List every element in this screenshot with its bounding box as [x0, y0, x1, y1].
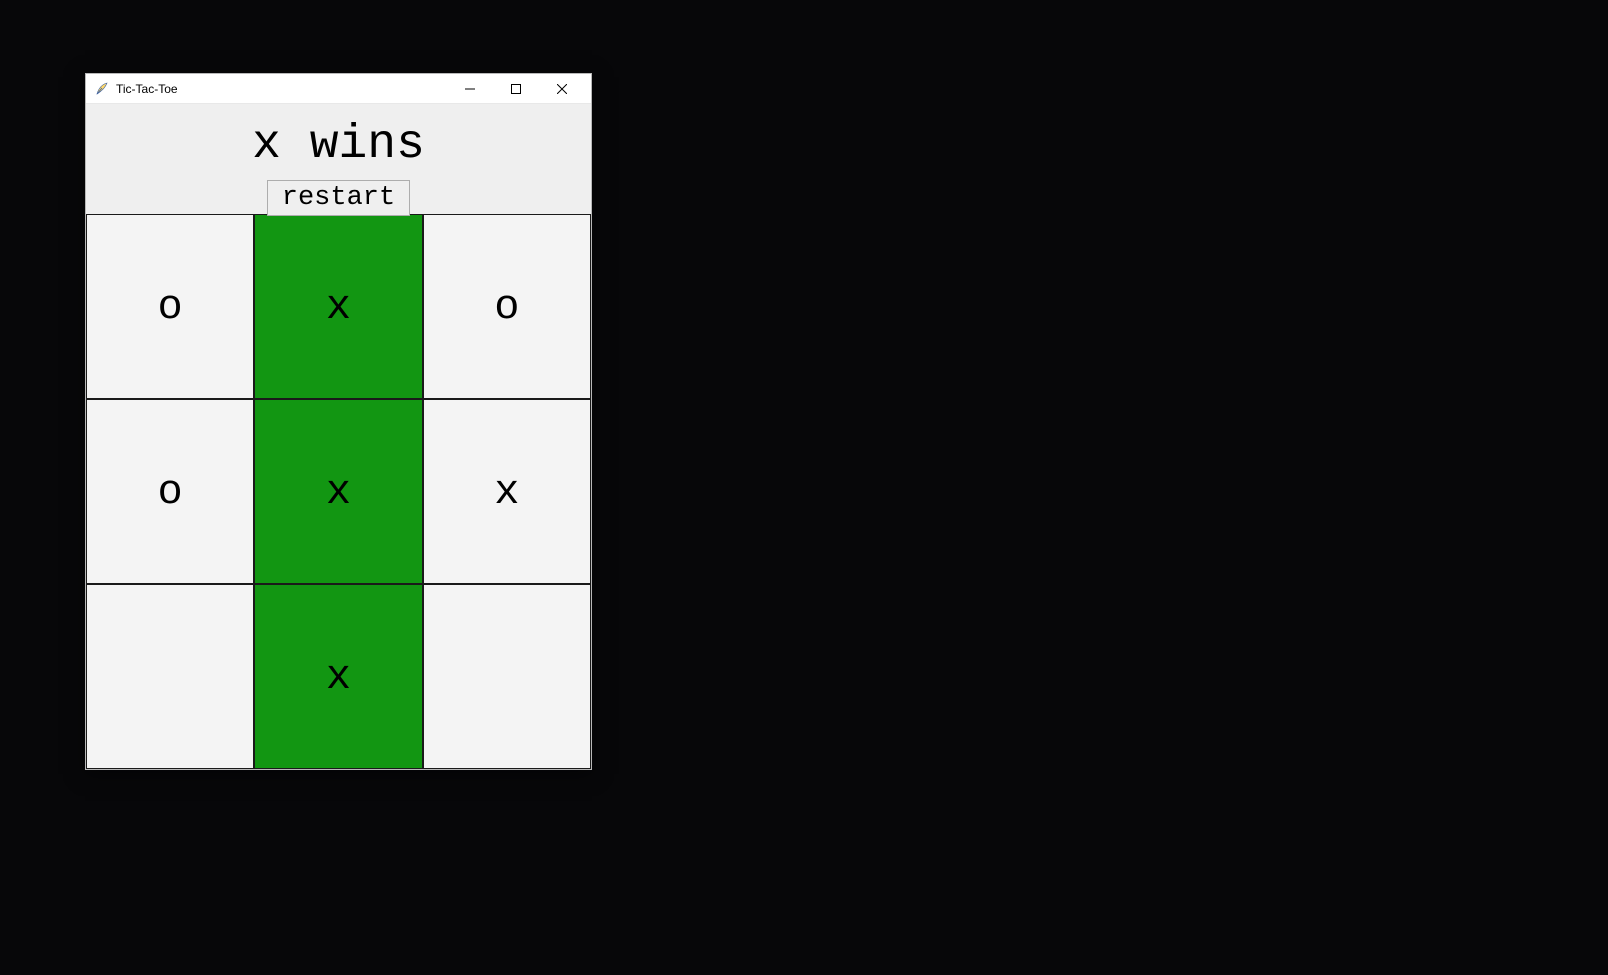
board: o x o o x x x	[86, 214, 591, 769]
cell-2-2[interactable]	[423, 584, 591, 769]
cell-1-1[interactable]: x	[254, 399, 422, 584]
game-window: Tic-Tac-Toe x wins restart o x o o x x x	[85, 73, 592, 770]
cell-0-2[interactable]: o	[423, 214, 591, 399]
cell-2-1[interactable]: x	[254, 584, 422, 769]
cell-1-2[interactable]: x	[423, 399, 591, 584]
cell-0-1[interactable]: x	[254, 214, 422, 399]
cell-1-0[interactable]: o	[86, 399, 254, 584]
restart-button[interactable]: restart	[267, 180, 410, 216]
titlebar[interactable]: Tic-Tac-Toe	[86, 74, 591, 104]
minimize-button[interactable]	[447, 74, 493, 104]
window-controls	[447, 74, 585, 104]
window-title: Tic-Tac-Toe	[116, 82, 447, 96]
cell-0-0[interactable]: o	[86, 214, 254, 399]
maximize-button[interactable]	[493, 74, 539, 104]
header: x wins restart	[86, 104, 591, 216]
status-label: x wins	[252, 114, 425, 180]
cell-2-0[interactable]	[86, 584, 254, 769]
feather-icon	[94, 81, 110, 97]
close-button[interactable]	[539, 74, 585, 104]
